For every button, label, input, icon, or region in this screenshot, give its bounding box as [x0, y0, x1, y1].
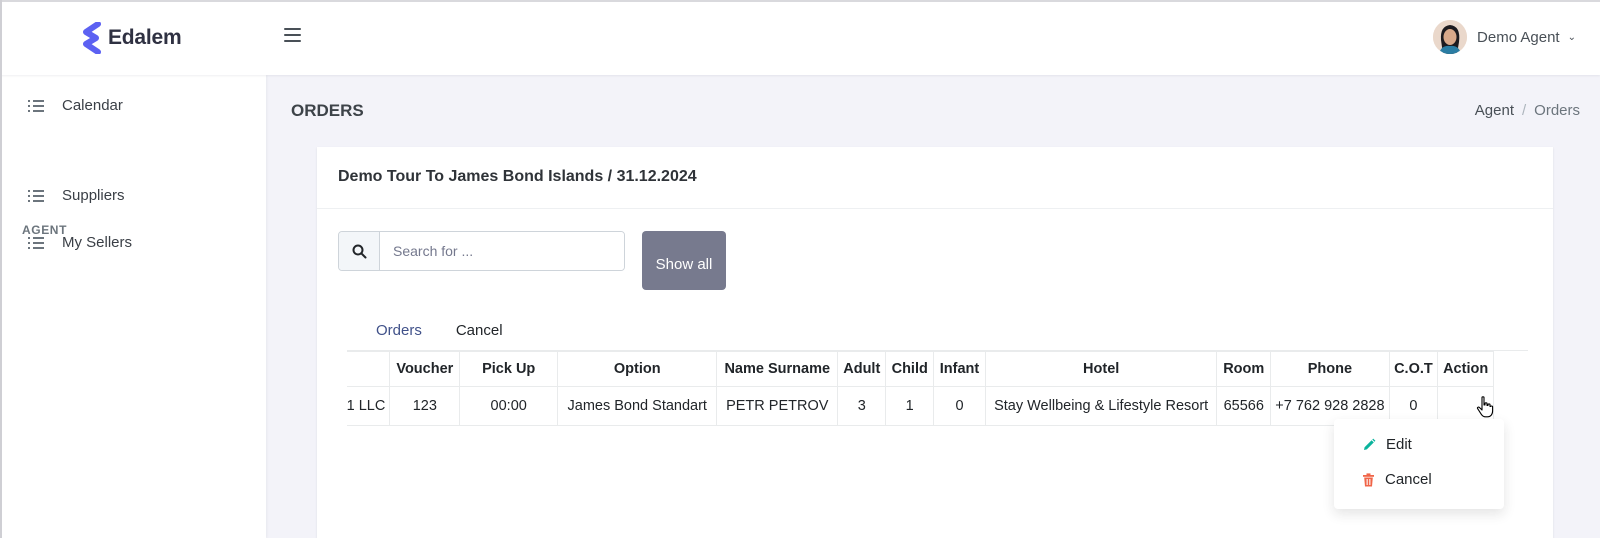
column-header: [347, 351, 391, 387]
brand-name: Edalem: [108, 26, 182, 49]
sidebar-item-calendar[interactable]: Calendar: [28, 97, 123, 114]
edit-label: Edit: [1386, 436, 1412, 453]
user-menu[interactable]: Demo Agent ⌄: [1433, 20, 1576, 54]
tabs: Orders Cancel: [359, 313, 520, 352]
edit-menu-item[interactable]: Edit: [1334, 427, 1504, 462]
search-box: [338, 231, 625, 271]
name-cell: PETR PETROV: [716, 386, 839, 426]
supplier-cell: 1 LLC: [347, 386, 391, 426]
user-name: Demo Agent: [1477, 28, 1560, 46]
child-cell: 1: [885, 386, 934, 426]
cancel-menu-item[interactable]: Cancel: [1334, 462, 1504, 497]
tab-cancel[interactable]: Cancel: [439, 313, 520, 352]
card-header: Demo Tour To James Bond Islands / 31.12.…: [317, 147, 1553, 209]
edalem-logo-icon: [83, 22, 101, 54]
tab-orders[interactable]: Orders: [359, 313, 439, 352]
voucher-cell: 123: [389, 386, 461, 426]
cancel-label: Cancel: [1385, 471, 1432, 488]
list-icon: [28, 236, 44, 249]
column-header: Adult: [837, 351, 887, 387]
hand-pointer-cursor-icon: [1476, 396, 1494, 418]
page-title: ORDERS: [291, 101, 364, 120]
window-top-border: [0, 0, 1600, 2]
option-cell: James Bond Standart: [557, 386, 718, 426]
column-header: Voucher: [389, 351, 461, 387]
chevron-down-icon: ⌄: [1567, 31, 1576, 43]
room-cell: 65566: [1216, 386, 1272, 426]
sidebar-item-label: My Sellers: [62, 234, 133, 251]
sidebar-item-suppliers[interactable]: Suppliers: [28, 187, 125, 204]
breadcrumb-separator: /: [1521, 102, 1527, 119]
column-header: Name Surname: [716, 351, 839, 387]
pencil-icon: [1364, 438, 1376, 450]
trash-icon: [1363, 472, 1374, 486]
orders-table: Voucher Pick Up Option Name Surname Adul…: [347, 351, 1494, 426]
action-dropdown-menu: Edit Cancel: [1334, 419, 1504, 509]
sidebar-item-my-sellers[interactable]: My Sellers: [28, 234, 132, 251]
brand-logo[interactable]: Edalem: [82, 22, 182, 54]
column-header: Room: [1216, 351, 1272, 387]
column-header: Infant: [932, 351, 987, 387]
list-icon: [28, 189, 44, 202]
sidebar-item-label: Calendar: [62, 97, 123, 114]
column-header: Action: [1437, 351, 1494, 387]
column-header: C.O.T: [1388, 351, 1439, 387]
window-left-border: [0, 0, 2, 538]
pickup-cell: 00:00: [459, 386, 559, 426]
adult-cell: 3: [837, 386, 887, 426]
breadcrumb: Agent / Orders: [1475, 102, 1580, 119]
breadcrumb-agent[interactable]: Agent: [1475, 102, 1514, 119]
topbar: Edalem Demo Agent ⌄: [0, 0, 1600, 75]
hamburger-icon[interactable]: [284, 28, 301, 42]
orders-table-container[interactable]: Voucher Pick Up Option Name Surname Adul…: [347, 350, 1528, 430]
table-header-row: Voucher Pick Up Option Name Surname Adul…: [347, 351, 1494, 387]
column-header: Phone: [1270, 351, 1390, 387]
table-row[interactable]: 1 LLC 123 00:00 James Bond Standart PETR…: [347, 386, 1494, 426]
search-input[interactable]: [380, 232, 624, 270]
column-header: Pick Up: [459, 351, 559, 387]
tour-title: Demo Tour To James Bond Islands / 31.12.…: [338, 168, 697, 185]
infant-cell: 0: [932, 386, 987, 426]
list-icon: [28, 99, 44, 112]
avatar: [1433, 20, 1468, 54]
breadcrumb-orders: Orders: [1534, 102, 1580, 119]
column-header: Child: [885, 351, 934, 387]
sidebar: Calendar AGENT Suppliers My Sellers: [0, 75, 266, 538]
show-all-button[interactable]: Show all: [642, 231, 726, 290]
hotel-cell: Stay Wellbeing & Lifestyle Resort: [985, 386, 1218, 426]
sidebar-item-label: Suppliers: [62, 187, 125, 204]
search-icon[interactable]: [339, 232, 380, 270]
column-header: Option: [557, 351, 718, 387]
column-header: Hotel: [985, 351, 1218, 387]
